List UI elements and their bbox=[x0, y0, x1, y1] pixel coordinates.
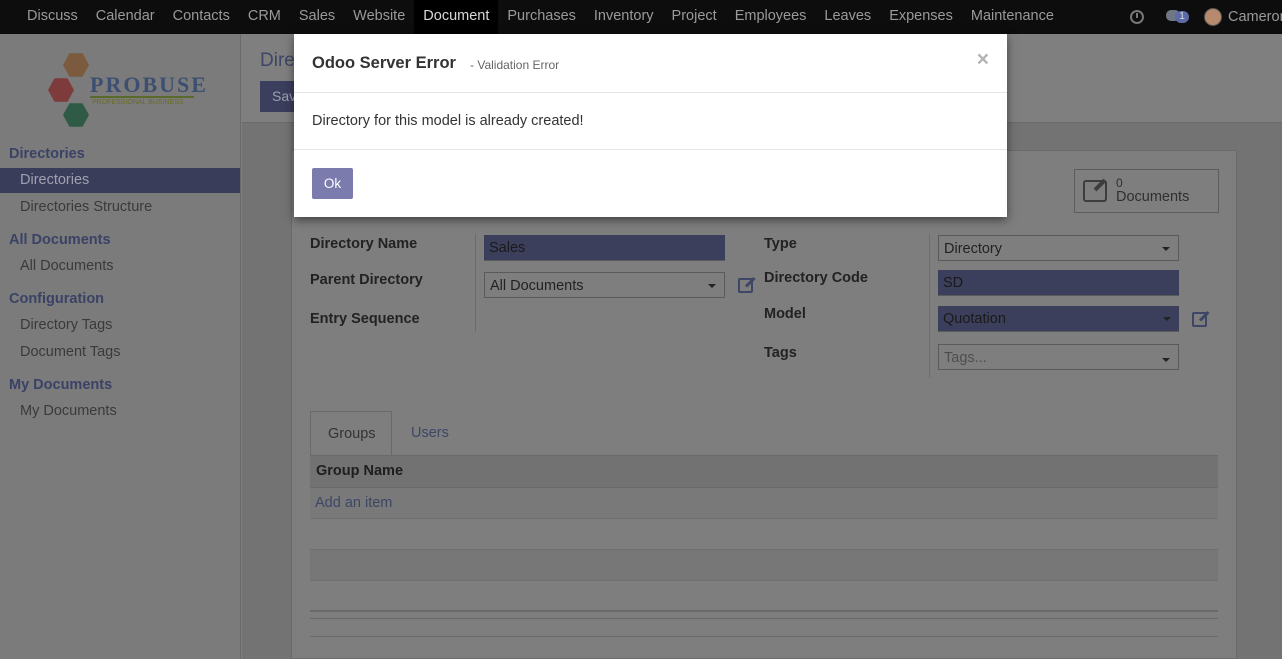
tags-input[interactable]: Tags... bbox=[938, 344, 1179, 370]
entry-sequence-label: Entry Sequence bbox=[310, 311, 420, 327]
model-select[interactable]: Quotation bbox=[938, 306, 1179, 332]
tags-placeholder: Tags... bbox=[944, 350, 987, 366]
sidebar-item-all-documents[interactable]: All Documents bbox=[0, 254, 240, 279]
chevron-down-icon bbox=[1163, 317, 1171, 321]
user-name[interactable]: Cameron bbox=[1228, 9, 1282, 25]
table-row bbox=[310, 519, 1218, 550]
tab-groups[interactable]: Groups bbox=[310, 411, 392, 455]
top-navbar: Discuss Calendar Contacts CRM Sales Webs… bbox=[0, 0, 1282, 34]
logo-divider bbox=[90, 96, 194, 98]
sidebar: PROBUSE PROFESSIONAL BUSINESS Directorie… bbox=[0, 34, 241, 659]
menu-item-leaves[interactable]: Leaves bbox=[815, 0, 880, 34]
parent-directory-select[interactable]: All Documents bbox=[484, 272, 725, 298]
clock-icon[interactable] bbox=[1130, 10, 1144, 24]
external-link-icon[interactable] bbox=[738, 275, 758, 294]
sidebar-section-configuration[interactable]: Configuration bbox=[9, 291, 104, 307]
menu-item-expenses[interactable]: Expenses bbox=[880, 0, 962, 34]
logo-search-icon bbox=[48, 78, 74, 102]
sidebar-item-directories[interactable]: Directories bbox=[0, 168, 240, 193]
logo-word: PROBUSE bbox=[90, 72, 208, 97]
dialog-title: Odoo Server Error bbox=[312, 54, 456, 72]
tab-users[interactable]: Users bbox=[394, 411, 466, 455]
menu-item-website[interactable]: Website bbox=[344, 0, 414, 34]
chat-badge: 1 bbox=[1175, 11, 1189, 23]
dialog-body: Directory for this model is already crea… bbox=[294, 94, 1007, 150]
chevron-down-icon bbox=[1162, 358, 1170, 362]
error-dialog: Odoo Server Error - Validation Error × D… bbox=[294, 34, 1007, 217]
avatar[interactable] bbox=[1204, 8, 1222, 26]
error-message: Directory for this model is already crea… bbox=[312, 113, 584, 129]
dialog-subtitle: - Validation Error bbox=[470, 58, 560, 72]
sidebar-item-directories-structure[interactable]: Directories Structure bbox=[0, 195, 240, 220]
logo-tool-icon bbox=[63, 103, 89, 127]
sidebar-item-directory-tags[interactable]: Directory Tags bbox=[0, 313, 240, 338]
sidebar-section-all-documents[interactable]: All Documents bbox=[9, 232, 111, 248]
chat-icon[interactable]: 1 bbox=[1166, 9, 1190, 25]
menu-item-inventory[interactable]: Inventory bbox=[585, 0, 663, 34]
breadcrumb[interactable]: Directories bbox=[260, 50, 296, 72]
edit-icon bbox=[1083, 180, 1107, 202]
systray: 1 Cameron bbox=[1130, 0, 1282, 34]
sidebar-section-directories[interactable]: Directories bbox=[9, 146, 85, 162]
logo-hex-icon bbox=[63, 53, 89, 77]
documents-smart-button[interactable]: 0 Documents bbox=[1074, 169, 1219, 213]
table-footer-line bbox=[310, 618, 1218, 619]
parent-directory-label: Parent Directory bbox=[310, 272, 423, 288]
menu-item-contacts[interactable]: Contacts bbox=[164, 0, 239, 34]
close-icon[interactable]: × bbox=[977, 48, 989, 72]
table-footer bbox=[310, 610, 1218, 612]
menu-item-discuss[interactable]: Discuss bbox=[18, 0, 87, 34]
menu-item-crm[interactable]: CRM bbox=[239, 0, 290, 34]
company-logo[interactable]: PROBUSE PROFESSIONAL BUSINESS bbox=[46, 50, 206, 132]
type-value: Directory bbox=[944, 241, 1003, 257]
sidebar-section-my-documents[interactable]: My Documents bbox=[9, 377, 112, 393]
model-value: Quotation bbox=[943, 311, 1006, 327]
menu-item-calendar[interactable]: Calendar bbox=[87, 0, 164, 34]
sidebar-item-my-documents[interactable]: My Documents bbox=[0, 399, 240, 424]
form-sheet: 0 Documents Directory Name Parent Direct… bbox=[291, 150, 1237, 659]
directory-name-input[interactable]: Sales bbox=[484, 235, 725, 261]
menu-item-sales[interactable]: Sales bbox=[290, 0, 344, 34]
menu-item-purchases[interactable]: Purchases bbox=[498, 0, 585, 34]
label-divider-right bbox=[929, 234, 930, 378]
documents-label: Documents bbox=[1116, 189, 1190, 205]
type-select[interactable]: Directory bbox=[938, 235, 1179, 261]
tags-label: Tags bbox=[764, 345, 797, 361]
directory-name-label: Directory Name bbox=[310, 236, 418, 252]
directory-code-label: Directory Code bbox=[764, 270, 868, 286]
menu-item-project[interactable]: Project bbox=[663, 0, 726, 34]
add-item-link[interactable]: Add an item bbox=[310, 488, 1218, 519]
model-label: Model bbox=[764, 306, 806, 322]
directory-code-input[interactable]: SD bbox=[938, 270, 1179, 296]
menu-item-employees[interactable]: Employees bbox=[726, 0, 816, 34]
chevron-down-icon bbox=[708, 284, 716, 288]
type-label: Type bbox=[764, 236, 797, 252]
app-menu: Discuss Calendar Contacts CRM Sales Webs… bbox=[18, 0, 1063, 34]
sidebar-item-document-tags[interactable]: Document Tags bbox=[0, 340, 240, 365]
table-bottom-line bbox=[310, 636, 1218, 637]
ok-button[interactable]: Ok bbox=[312, 168, 353, 199]
parent-directory-value: All Documents bbox=[490, 278, 584, 294]
groups-table: Group Name Add an item bbox=[310, 455, 1218, 581]
table-row bbox=[310, 550, 1218, 581]
label-divider bbox=[475, 234, 476, 332]
dialog-header: Odoo Server Error - Validation Error × bbox=[294, 34, 1007, 93]
chevron-down-icon bbox=[1162, 247, 1170, 251]
group-name-header[interactable]: Group Name bbox=[310, 455, 1218, 488]
menu-item-maintenance[interactable]: Maintenance bbox=[962, 0, 1063, 34]
menu-item-document[interactable]: Document bbox=[414, 0, 499, 34]
documents-count: 0 bbox=[1116, 176, 1123, 190]
logo-tagline: PROFESSIONAL BUSINESS bbox=[92, 99, 184, 106]
model-external-link-icon[interactable] bbox=[1192, 309, 1212, 328]
